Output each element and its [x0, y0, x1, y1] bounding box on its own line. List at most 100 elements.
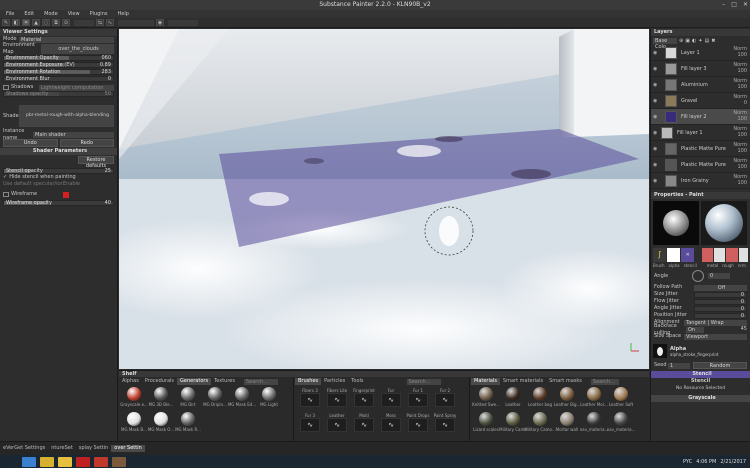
generator-item[interactable]: MG Dripin... — [202, 387, 228, 411]
brush-item[interactable]: Fur 2 ∿ — [432, 387, 458, 411]
brush-item[interactable]: Fingerprint ∿ — [351, 387, 377, 411]
menu-plugins[interactable]: Plugins — [90, 10, 108, 18]
tool-slider[interactable] — [74, 19, 94, 26]
tab-smart-masks[interactable]: Smart masks — [546, 378, 585, 385]
taskbar-designer-icon[interactable] — [112, 456, 126, 467]
folder-icon[interactable]: ▤ — [705, 38, 710, 44]
generator-item[interactable]: MG Dirt — [175, 387, 201, 411]
add-mask-icon[interactable]: ◐ — [692, 38, 696, 44]
layer-row[interactable]: ◉ Fill layer 1 Norm 100 — [651, 125, 750, 141]
camera-icon[interactable]: ◉ — [156, 19, 164, 26]
delete-layer-icon[interactable]: ✖ — [711, 38, 715, 44]
generator-item[interactable]: MG Mask B... — [121, 412, 147, 436]
taskbar-ie-icon[interactable] — [22, 456, 36, 467]
material-item[interactable]: nav_materia... — [580, 412, 608, 436]
env-rotation-slider[interactable]: Environment Rotation 283 — [3, 69, 114, 75]
maximize-icon[interactable]: □ — [731, 0, 737, 10]
material-item[interactable]: Military Camo... — [524, 412, 556, 436]
layer-row[interactable]: ◉ Aluminium Norm 100 — [651, 77, 750, 93]
layer-row[interactable]: ◉ Iron Grainy Norm 100 — [651, 173, 750, 189]
angle-dial[interactable] — [692, 270, 704, 282]
height-slot[interactable] — [738, 248, 748, 262]
alpha-slot[interactable] — [667, 248, 681, 262]
layer-row[interactable]: ◉ Gravel Norm 0 — [651, 93, 750, 109]
tab-tools[interactable]: Tools — [348, 378, 366, 385]
shelf-search-input[interactable]: Search... — [243, 378, 278, 385]
projection-tool-icon[interactable]: ⌗ — [22, 19, 30, 26]
material-item[interactable]: Lizard scales — [473, 412, 499, 436]
eye-icon[interactable]: ◉ — [653, 82, 659, 88]
default-value[interactable]: Enable — [63, 181, 80, 188]
angle-field[interactable]: 0 — [708, 273, 730, 279]
layer-row[interactable]: ◉ Fill layer 3 Norm 100 — [651, 61, 750, 77]
env-blur-slider[interactable]: Environment Blur 0 — [3, 76, 114, 82]
tab-textures[interactable]: Textures — [211, 378, 238, 385]
eye-icon[interactable]: ◉ — [653, 66, 659, 72]
channel-select[interactable]: Base Colo — [653, 37, 677, 50]
restore-defaults-button[interactable]: Restore defaults — [78, 156, 114, 169]
eraser-tool-icon[interactable]: ◧ — [12, 19, 20, 26]
generator-item[interactable]: MG Mask R... — [175, 412, 201, 436]
layer-blend[interactable]: Norm 100 — [733, 158, 747, 170]
symmetry-slider[interactable] — [118, 19, 154, 26]
shader-select[interactable]: pbr-metal-rough-with-alpha-blending — [19, 105, 114, 127]
layer-row[interactable]: ◉ Plastic Matte Pure Norm 100 — [651, 141, 750, 157]
tab-materials[interactable]: Materials — [471, 378, 500, 385]
eye-icon[interactable]: ◉ — [653, 114, 659, 120]
picker-tool-icon[interactable]: ⊙ — [62, 19, 70, 26]
layer-blend[interactable]: Norm 100 — [733, 78, 747, 90]
layer-blend[interactable]: Norm 100 — [733, 46, 747, 58]
tab-viewer-settings-2[interactable]: over Settin — [111, 445, 145, 452]
eye-icon[interactable]: ◉ — [653, 130, 659, 136]
generator-item[interactable]: Grayscale e... — [120, 387, 148, 411]
alignment-select[interactable]: Tangent | Wrap — [684, 319, 747, 326]
symmetry-icon[interactable]: ⇆ — [96, 19, 104, 26]
layer-row[interactable]: ◉ Plastic Matte Pure Norm 100 — [651, 157, 750, 173]
tab-generators[interactable]: Generators — [177, 378, 212, 385]
tab-viewer-settings[interactable]: eVerGet Settings — [0, 445, 48, 452]
stencil-slot[interactable]: ✕ — [681, 248, 695, 262]
shadows-select[interactable]: Lightweight computation — [39, 84, 114, 91]
layer-row[interactable]: ◉ Layer 1 Norm 100 — [651, 45, 750, 61]
generator-item[interactable]: MG Mask O... — [148, 412, 174, 436]
taskbar-explorer-icon[interactable] — [58, 456, 72, 467]
brush-search-input[interactable]: Search... — [406, 378, 441, 385]
undo-button[interactable]: Undo — [3, 139, 58, 147]
jitter-row[interactable]: Size Jitter 0 — [651, 291, 750, 298]
env-exposure-slider[interactable]: Environment Exposure (EV) 0.89 — [3, 62, 114, 68]
material-item[interactable]: Leather Soft — [608, 387, 634, 411]
tab-procedurals[interactable]: Procedurals — [142, 378, 177, 385]
tray-lang[interactable]: PYC — [683, 459, 692, 465]
generator-item[interactable]: MG Light — [256, 387, 282, 411]
jitter-row[interactable]: Position Jitter 0 — [651, 312, 750, 319]
shadows-opacity-slider[interactable]: Shadows opacity 50 — [3, 91, 114, 97]
wireframe-checkbox[interactable] — [3, 192, 9, 197]
layer-blend[interactable]: Norm 100 — [733, 142, 747, 154]
taskbar-chrome-icon[interactable] — [40, 456, 54, 467]
menu-view[interactable]: View — [68, 10, 80, 18]
jitter-row[interactable]: Angle Jitter 0 — [651, 305, 750, 312]
brush-item[interactable]: Mold ∿ — [351, 412, 377, 436]
menu-help[interactable]: Help — [117, 10, 128, 18]
menu-edit[interactable]: Edit — [24, 10, 34, 18]
seed-field[interactable]: 1 — [668, 362, 690, 369]
taskbar-opera-icon[interactable] — [76, 456, 90, 467]
taskbar-start-icon[interactable] — [4, 456, 18, 467]
add-effect-icon[interactable]: ✦ — [698, 38, 702, 44]
tray-date[interactable]: 2/21/2017 — [720, 459, 746, 465]
material-item[interactable]: Leather Mor... — [580, 387, 608, 411]
env-opacity-slider[interactable]: Environment Opacity 060 — [3, 55, 114, 61]
shadows-checkbox[interactable] — [3, 85, 9, 90]
brush-item[interactable]: Fibers Lite ∿ — [324, 387, 350, 411]
tab-display-settings[interactable]: splay Settin — [76, 445, 112, 452]
lazy-mouse-icon[interactable]: ∿ — [106, 19, 114, 26]
menu-file[interactable]: File — [6, 10, 14, 18]
brush-slot[interactable]: ʃ — [653, 248, 667, 262]
env-map-value[interactable]: over_the_clouds — [41, 44, 114, 54]
nrm-slot[interactable] — [726, 248, 738, 262]
eye-icon[interactable]: ◉ — [653, 98, 659, 104]
check-icon[interactable]: ✓ — [3, 174, 7, 181]
polygon-fill-icon[interactable]: ▲ — [32, 19, 40, 26]
brush-preview[interactable] — [653, 201, 699, 245]
follow-path-select[interactable]: Off — [694, 284, 747, 291]
